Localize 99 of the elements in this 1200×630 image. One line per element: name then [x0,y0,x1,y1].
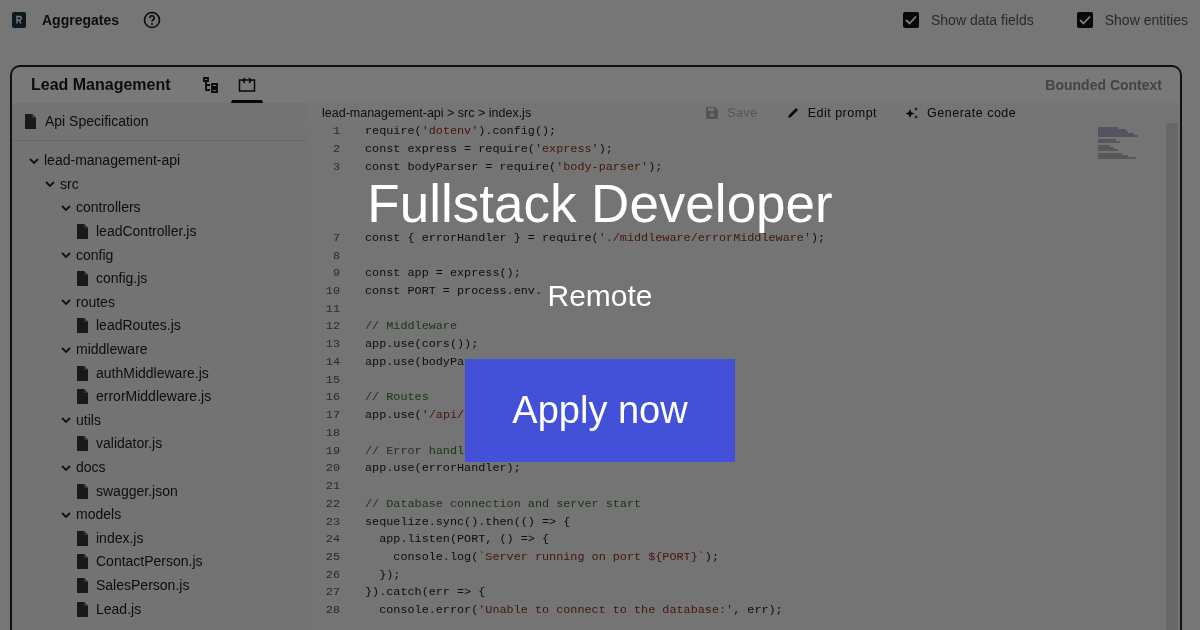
file-item[interactable]: index.js [96,527,144,549]
folder-item[interactable]: utils [76,409,101,431]
line-number: 23 [324,517,340,527]
code-line: console.error('Unable to connect to the database:', err); [378,606,783,616]
line-number: 25 [324,553,340,562]
line-number: 2 [331,145,340,155]
line-number: 14 [324,357,340,367]
folder-item[interactable]: lead-management-api [44,150,181,172]
code-line: // Middleware [365,322,458,332]
code-line: // Routes [365,393,429,403]
apply-button[interactable]: Apply now [465,359,735,462]
line-number: 17 [324,411,340,421]
checkbox[interactable] [1076,12,1093,28]
help-icon[interactable] [143,11,162,29]
checkmark-icon [905,15,917,25]
code-line: }).catch(err => { [365,588,486,598]
file-item[interactable]: authMiddleware.js [96,362,209,384]
file-icon [76,553,89,571]
line-number: 24 [324,535,340,545]
code-line: // Error handl [365,446,465,456]
code-line: console.log(`Server running on port ${PORT}`); [392,553,719,562]
file-icon [76,270,89,288]
code-line: const app = express(); [365,269,521,279]
line-number: 20 [324,464,340,474]
code-line: const express = require('express'); [365,145,613,155]
line-number: 10 [324,286,340,296]
folder-item[interactable]: src [60,173,79,195]
generate-button[interactable]: Generate code [891,103,1031,123]
line-number: 18 [324,428,340,438]
file-icon [24,113,37,130]
checkbox[interactable] [903,12,919,28]
line-number: 8 [331,251,340,261]
file-item[interactable]: swagger.json [96,480,178,502]
file-item[interactable]: validator.js [96,433,163,455]
line-number: 27 [324,588,340,598]
spec-item[interactable]: Api Specification [45,111,149,132]
code-line: app.use(errorHandler); [365,464,521,474]
line-number: 28 [324,606,340,616]
code-line: const PORT = process.env. [365,286,542,296]
code-line: // Database connection and server start [365,499,642,509]
page-title: Aggregates [42,10,120,30]
line-number: 13 [324,340,340,350]
line-number: 9 [331,269,340,279]
folder-item[interactable]: controllers [76,197,141,219]
code-window-icon [237,76,256,94]
pencil-icon [785,106,800,120]
code-line: const bodyParser = require('body-parser'); [365,162,663,172]
line-number: 1 [331,127,340,137]
line-number: 21 [324,482,340,492]
file-item[interactable]: leadController.js [96,221,197,243]
file-icon [76,364,89,382]
checkbox-label: Show data fields [931,10,1034,30]
code-line: app.use(bodyPa [365,357,465,367]
code-line: app.listen(PORT, () => { [378,535,550,545]
code-line: }); [378,570,401,580]
code-line: app.use(cors()); [365,340,479,350]
file-item[interactable]: ContactPerson.js [96,551,203,573]
code-line: const { errorHandler } = require('./middleware/errorMiddleware'); [365,233,826,243]
folder-item[interactable]: middleware [76,339,148,361]
file-icon [76,223,89,241]
context-title: Lead Management [31,75,171,95]
folder-item[interactable]: config [76,244,114,266]
file-item[interactable]: SalesPerson.js [96,575,190,596]
file-breadcrumb: lead-management-api > src > index.js [322,104,532,122]
line-number: 22 [324,499,340,509]
file-icon [76,317,89,335]
tree-icon [201,76,220,94]
line-number: 26 [324,570,340,580]
file-icon [76,600,89,618]
sparkle-icon [905,106,920,120]
file-icon [76,435,89,453]
line-number: 3 [331,162,340,172]
folder-item[interactable]: routes [76,291,115,313]
folder-item[interactable]: docs [76,457,106,478]
file-icon [76,577,89,594]
job-title: Fullstack Developer [367,174,833,233]
file-icon [76,482,89,500]
line-number: 19 [324,446,340,456]
file-item[interactable]: Lead.js [96,598,142,620]
checkmark-icon [1078,15,1091,25]
file-icon [76,388,89,406]
file-item[interactable]: errorMiddleware.js [96,386,212,408]
code-line: sequelize.sync().then(() => { [365,517,571,527]
chevron-down-icon[interactable] [60,202,72,214]
code-line: require('dotenv').config(); [365,127,557,137]
line-number: 12 [324,322,340,332]
file-item[interactable]: leadRoutes.js [96,315,181,337]
line-number: 16 [324,393,340,403]
file-icon [76,529,89,547]
edit-button[interactable]: Edit prompt [771,103,892,123]
code-line: app.use('/api/ [365,411,465,421]
file-item[interactable]: config.js [96,268,148,290]
checkbox-label: Show entities [1104,10,1188,30]
line-number: 15 [324,375,340,385]
line-number: 11 [324,304,340,314]
line-number: 7 [331,233,340,243]
app-logo-icon [12,12,26,28]
folder-item[interactable]: models [76,504,122,526]
job-location: Remote [547,281,653,311]
